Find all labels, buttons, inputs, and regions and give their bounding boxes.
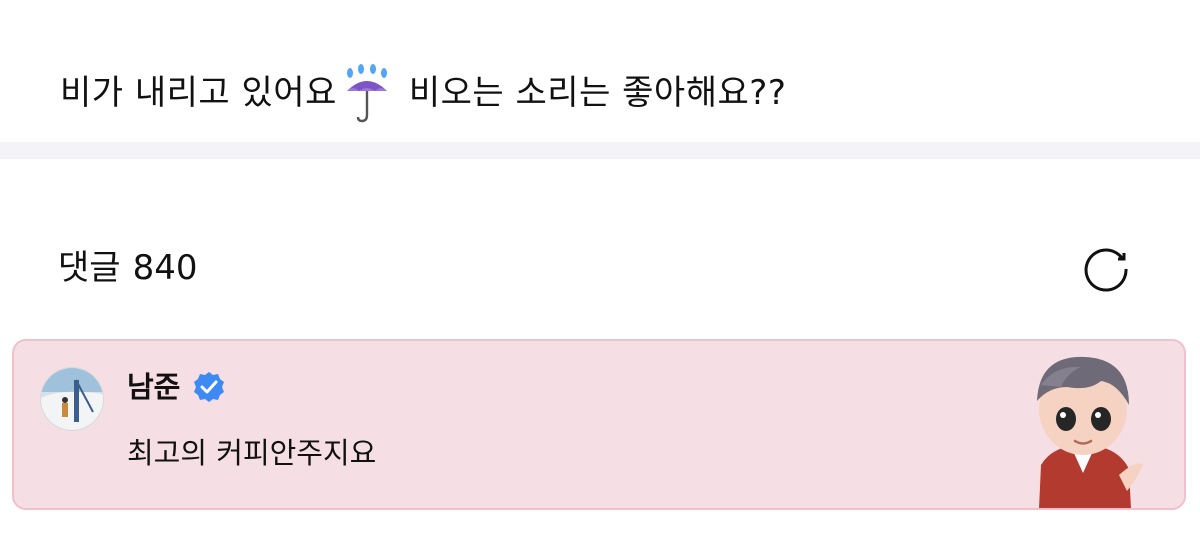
- comment-text: 최고의 커피안주지요: [127, 436, 377, 470]
- umbrella-with-rain-icon: [346, 64, 387, 123]
- post-text: 비가 내리고 있어요 비오는 소리는 좋아해요??: [60, 58, 786, 128]
- section-divider: [0, 142, 1200, 159]
- character-sticker-icon: [1037, 356, 1143, 508]
- comments-header: 댓글 840: [58, 240, 197, 296]
- avatar[interactable]: [40, 367, 104, 431]
- comments-label: 댓글: [58, 248, 121, 288]
- post-text-part1: 비가 내리고 있어요: [60, 73, 337, 113]
- comments-count: 840: [132, 248, 198, 288]
- comment-card[interactable]: 남준 최고의 커피안주지요: [12, 339, 1186, 510]
- author-name[interactable]: 남준: [127, 365, 180, 409]
- name-row: 남준: [127, 365, 226, 409]
- refresh-icon[interactable]: [1080, 242, 1134, 296]
- post-text-part2: 비오는 소리는 좋아해요??: [408, 73, 787, 113]
- verified-badge-icon: [194, 372, 225, 402]
